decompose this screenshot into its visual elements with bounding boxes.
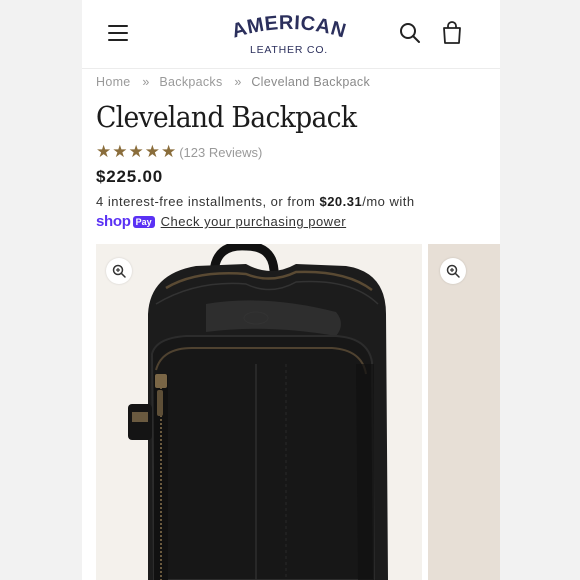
shop-pay-row: shop Pay Check your purchasing power — [96, 213, 346, 230]
product-rating[interactable]: ★★★★★ (123 Reviews) — [96, 143, 262, 161]
brand-logo[interactable]: AMERICAN LEATHER CO. — [224, 10, 354, 58]
purchasing-power-link[interactable]: Check your purchasing power — [161, 214, 346, 229]
search-icon[interactable] — [398, 21, 422, 45]
hamburger-icon[interactable] — [108, 22, 130, 42]
breadcrumb-backpacks[interactable]: Backpacks — [159, 75, 222, 89]
cart-icon[interactable] — [440, 20, 464, 46]
review-count[interactable]: (123 Reviews) — [179, 145, 262, 160]
svg-text:AMERICAN: AMERICAN — [229, 12, 348, 43]
breadcrumb: Home » Backpacks » Cleveland Backpack — [96, 75, 370, 89]
zoom-in-icon[interactable] — [106, 258, 132, 284]
installments-suffix: /mo with — [362, 194, 415, 209]
product-page: AMERICAN LEATHER CO. Home » Backpacks » … — [82, 0, 500, 580]
breadcrumb-separator: » — [234, 75, 242, 89]
installment-amount: $20.31 — [319, 194, 363, 209]
breadcrumb-separator: » — [142, 75, 150, 89]
shop-pay-logo: shop — [96, 213, 131, 230]
product-price: $225.00 — [96, 167, 164, 186]
breadcrumb-current: Cleveland Backpack — [251, 75, 371, 89]
product-title: Cleveland Backpack — [96, 100, 357, 134]
logo-graphic: AMERICAN LEATHER CO. — [229, 12, 348, 56]
backpack-image — [128, 244, 388, 580]
rating-stars-icon: ★★★★★ — [96, 142, 178, 161]
site-header: AMERICAN LEATHER CO. — [82, 0, 500, 69]
breadcrumb-home[interactable]: Home — [96, 75, 131, 89]
svg-text:LEATHER CO.: LEATHER CO. — [250, 44, 328, 56]
installments-text: 4 interest-free installments, or from $2… — [96, 194, 415, 209]
product-image-next[interactable] — [428, 244, 500, 580]
installments-prefix: 4 interest-free installments, or from — [96, 194, 320, 209]
product-image-main[interactable] — [96, 244, 422, 580]
zoom-in-icon[interactable] — [440, 258, 466, 284]
shop-pay-badge: Pay — [132, 215, 155, 228]
